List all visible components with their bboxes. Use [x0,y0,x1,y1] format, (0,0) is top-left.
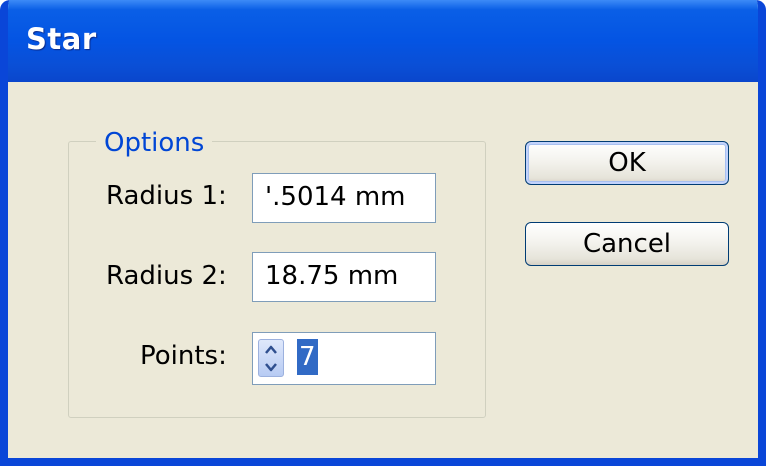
ok-button[interactable]: OK [525,141,729,185]
radius1-value: '.5014 mm [265,182,406,212]
points-value[interactable]: 7 [297,339,318,375]
title-bar[interactable]: Star [8,0,758,82]
cancel-button[interactable]: Cancel [525,222,729,266]
star-dialog: Star Options Radius 1: '.5014 mm Radius … [0,0,766,466]
window-title: Star [26,22,97,56]
radius2-field[interactable]: 18.75 mm [252,252,436,302]
chevron-up-icon[interactable] [263,342,279,358]
points-spinner[interactable] [258,339,284,377]
points-label: Points: [140,341,227,371]
cancel-button-label: Cancel [582,229,672,259]
radius1-label: Radius 1: [106,181,227,211]
radius1-field[interactable]: '.5014 mm [252,173,436,223]
chevron-down-icon[interactable] [263,359,279,375]
points-stepper[interactable]: 7 [252,332,436,385]
radius2-value: 18.75 mm [265,261,399,291]
radius2-label: Radius 2: [106,261,227,291]
dialog-body: Options Radius 1: '.5014 mm Radius 2: 18… [16,82,758,458]
options-legend: Options [96,128,213,158]
ok-button-label: OK [608,148,646,178]
